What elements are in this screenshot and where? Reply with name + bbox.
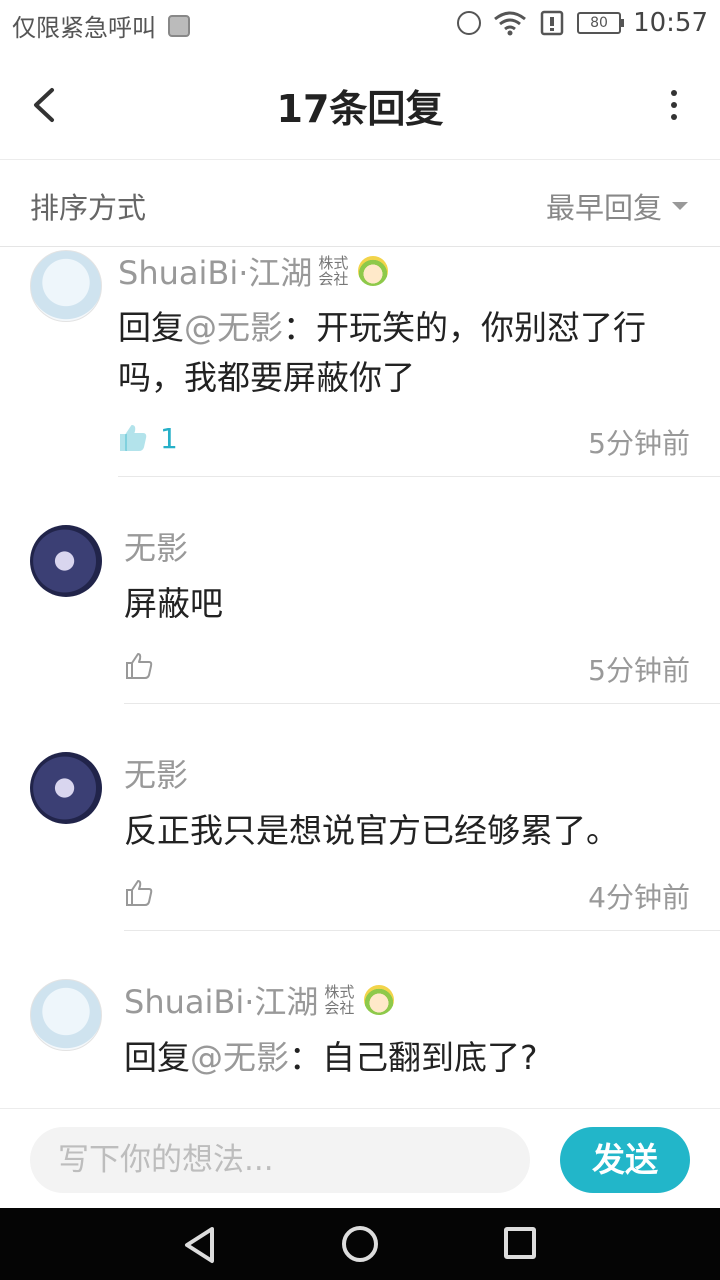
comment-item: 无影 反正我只是想说官方已经够累了。 4分钟前 (0, 704, 720, 931)
comment-time: 4分钟前 (588, 881, 690, 914)
page-title: 17条回复 (276, 87, 444, 131)
comment-time: 5分钟前 (588, 654, 690, 687)
comment-list[interactable]: ShuaiBi·江湖 株式 会社 回复@无影：开玩笑的，你别怼了行 吗，我都要屏蔽你… (0, 248, 720, 1108)
username[interactable]: 无影 (124, 750, 188, 796)
thumbs-up-icon[interactable] (124, 651, 154, 681)
comment-text[interactable]: 屏蔽吧 (124, 579, 694, 629)
username-row: 无影 (124, 523, 188, 569)
comment-item: ShuaiBi·江湖 株式 会社 回复@无影：开玩笑的，你别怼了行吗，我都要屏蔽你… (0, 248, 720, 478)
mention-link[interactable]: @无影 (184, 308, 283, 347)
comment-text-line: 吗，我都要屏蔽你了 (118, 358, 415, 397)
system-nav-bar (0, 1208, 720, 1280)
nav-back-icon[interactable] (182, 1226, 218, 1264)
username[interactable]: ShuaiBi·江湖 (124, 977, 318, 1023)
username[interactable]: ShuaiBi·江湖 (118, 248, 312, 294)
nav-home-icon[interactable] (342, 1226, 378, 1262)
comment-item: ShuaiBi·江湖 株式 会社 回复@无影：自己翻到底了? (0, 931, 720, 1108)
clock: 10:57 (633, 8, 708, 38)
comment-input-bar: 发送 (0, 1108, 720, 1208)
mention-link[interactable]: @无影 (190, 1038, 289, 1077)
tag-line: 会社 (324, 999, 355, 1017)
user-tag: 株式 会社 (322, 984, 356, 1016)
username-row: ShuaiBi·江湖 株式 会社 (124, 977, 395, 1023)
sort-label: 排序方式 (30, 191, 147, 225)
avatar[interactable] (30, 250, 102, 322)
status-right: 80 10:57 (445, 8, 708, 38)
comment-text-line: ：自己翻到底了? (289, 1038, 538, 1077)
wifi-icon (494, 11, 526, 36)
like-count: 1 (160, 422, 178, 455)
reply-prefix: 回复 (118, 308, 184, 347)
username-row: 无影 (124, 750, 188, 796)
username[interactable]: 无影 (124, 523, 188, 569)
sort-dropdown[interactable]: 最早回复 (546, 185, 688, 227)
no-sim-icon (540, 10, 564, 36)
carrier-text: 仅限紧急呼叫 (12, 14, 156, 42)
avatar[interactable] (30, 979, 102, 1051)
reply-prefix: 回复 (124, 1038, 190, 1077)
comment-text[interactable]: 反正我只是想说官方已经够累了。 (124, 806, 704, 856)
avatar[interactable] (30, 752, 102, 824)
comment-text-line: ：开玩笑的，你别怼了行 (283, 308, 646, 347)
alarm-icon (457, 11, 482, 35)
sort-selected-value: 最早回复 (545, 191, 662, 225)
comment-text[interactable]: 回复@无影：开玩笑的，你别怼了行吗，我都要屏蔽你了 (118, 303, 698, 403)
image-notification-icon (168, 14, 190, 37)
user-tag: 株式 会社 (316, 255, 350, 287)
comment-input[interactable] (30, 1127, 530, 1193)
chevron-down-icon (672, 202, 688, 210)
comment-item: 无影 屏蔽吧 5分钟前 (0, 477, 720, 704)
status-bar: 仅限紧急呼叫 80 10:57 (0, 0, 720, 50)
nav-recents-icon[interactable] (504, 1227, 536, 1259)
sort-bar: 排序方式 最早回复 (0, 161, 720, 247)
send-button[interactable]: 发送 (560, 1127, 690, 1193)
username-row: ShuaiBi·江湖 株式 会社 (118, 248, 389, 294)
avatar[interactable] (30, 525, 102, 597)
more-options-icon[interactable] (668, 88, 680, 122)
thumbs-up-icon[interactable] (118, 423, 148, 453)
user-badge-icon (358, 256, 389, 286)
header: 17条回复 (0, 50, 720, 160)
battery-icon: 80 (577, 12, 625, 34)
tag-line: 会社 (318, 270, 349, 288)
thumbs-up-icon[interactable] (124, 878, 154, 908)
comment-time: 5分钟前 (588, 427, 690, 460)
status-left: 仅限紧急呼叫 (12, 8, 190, 43)
comment-text[interactable]: 回复@无影：自己翻到底了? (124, 1033, 704, 1083)
user-badge-icon (364, 985, 395, 1015)
